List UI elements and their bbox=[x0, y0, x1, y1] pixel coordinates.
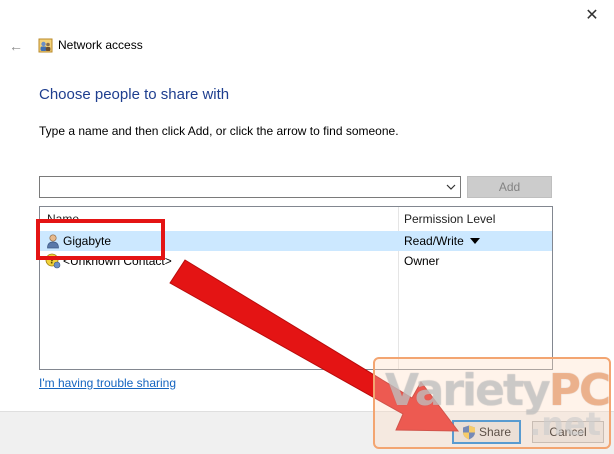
close-icon: ✕ bbox=[585, 7, 599, 24]
user-icon bbox=[47, 234, 59, 249]
share-button[interactable]: Share bbox=[452, 420, 521, 444]
column-header-permission[interactable]: Permission Level bbox=[404, 212, 495, 226]
name-input[interactable] bbox=[40, 177, 440, 197]
watermark-text: VarietyPC bbox=[385, 365, 610, 416]
caret-down-icon[interactable] bbox=[470, 238, 480, 245]
instructions-text: Type a name and then click Add, or click… bbox=[39, 124, 399, 138]
footer-bar bbox=[0, 411, 614, 454]
name-combobox[interactable] bbox=[39, 176, 461, 198]
list-item-name: <Unknown Contact> bbox=[63, 254, 172, 268]
nav-title: Network access bbox=[58, 38, 143, 52]
share-button-label: Share bbox=[478, 425, 512, 439]
uac-shield-icon bbox=[462, 425, 475, 439]
page-heading: Choose people to share with bbox=[39, 86, 230, 103]
column-header-name[interactable]: Name bbox=[47, 212, 79, 226]
close-button[interactable]: ✕ bbox=[570, 0, 614, 30]
trouble-sharing-link[interactable]: I'm having trouble sharing bbox=[39, 376, 176, 390]
chevron-down-icon[interactable] bbox=[446, 182, 456, 192]
network-access-window: ✕ ← Network access Choose people to shar… bbox=[0, 0, 614, 454]
back-arrow-icon: ← bbox=[9, 38, 23, 54]
add-button[interactable]: Add bbox=[467, 176, 552, 198]
cancel-button[interactable]: Cancel bbox=[532, 421, 604, 443]
people-list[interactable]: Name Permission Level Gigabyte Read/Writ… bbox=[39, 206, 553, 370]
list-item-name: Gigabyte bbox=[63, 234, 112, 248]
back-button[interactable]: ← bbox=[6, 36, 26, 56]
unknown-contact-icon: ? bbox=[45, 253, 61, 269]
permission-label: Owner bbox=[404, 254, 440, 268]
list-item-gigabyte[interactable]: Gigabyte Read/Write bbox=[40, 231, 552, 251]
network-users-icon bbox=[38, 38, 53, 53]
permission-dropdown[interactable]: Read/Write bbox=[404, 234, 464, 248]
list-item-unknown-contact[interactable]: ? <Unknown Contact> Owner bbox=[40, 251, 552, 271]
